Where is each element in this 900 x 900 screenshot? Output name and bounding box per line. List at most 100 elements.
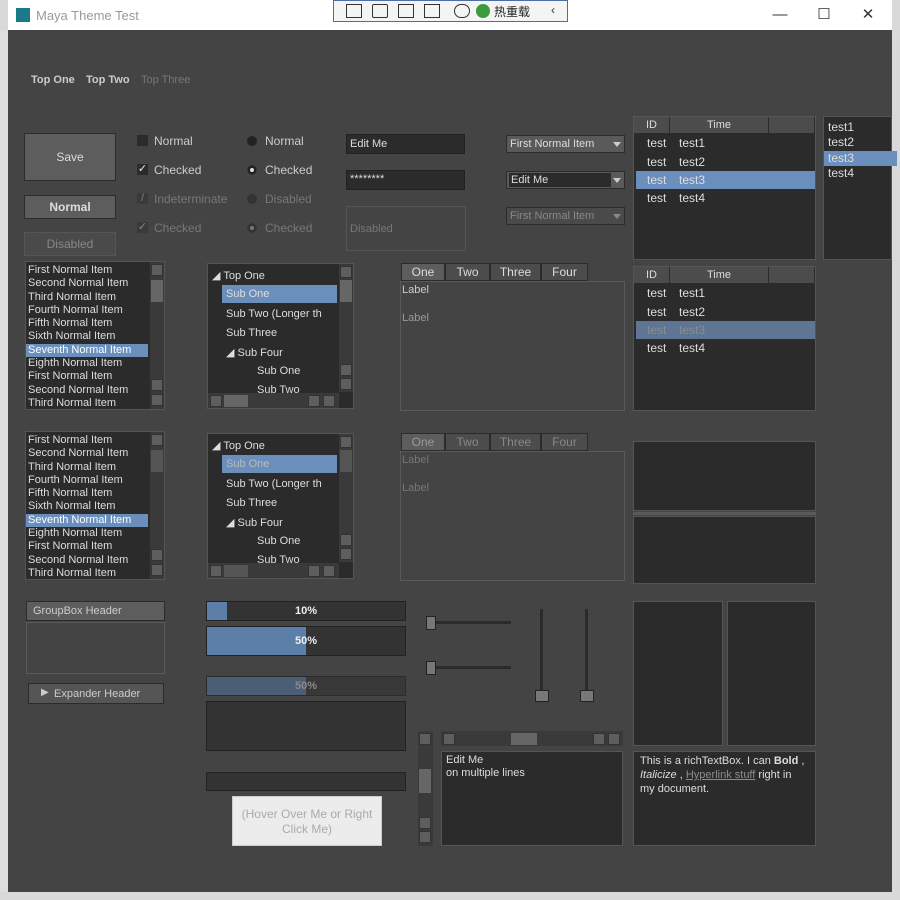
minimize-button[interactable]: — — [770, 5, 790, 25]
layout-adorner-icon[interactable] — [398, 4, 414, 18]
expand-triangle-icon[interactable]: ◢ — [226, 347, 234, 359]
list-item[interactable]: test1 — [824, 120, 897, 135]
slider-thumb[interactable] — [426, 661, 436, 675]
tree-view[interactable]: ◢ Top One Sub One Sub Two (Longer th Sub… — [207, 263, 354, 409]
vertical-scrollbar[interactable] — [339, 264, 353, 392]
list-item-selected[interactable]: test3 — [824, 151, 897, 166]
hot-reload-label[interactable]: 热重载 — [494, 3, 530, 20]
track-focus-icon[interactable] — [424, 4, 440, 18]
scroll-up-icon[interactable] — [340, 266, 352, 278]
scroll-left-icon[interactable] — [210, 395, 222, 407]
tree-node-selected[interactable]: Sub One — [222, 285, 337, 303]
horizontal-scrollbar[interactable] — [208, 393, 339, 408]
list-item[interactable]: test2 — [824, 135, 897, 150]
checkbox-normal[interactable] — [137, 135, 148, 146]
hover-button[interactable]: (Hover Over Me or Right Click Me) — [232, 796, 382, 846]
nav-top-three[interactable]: Top Three — [141, 74, 190, 86]
password-input[interactable]: ******** — [346, 170, 465, 190]
table-row-selected[interactable]: test test3 — [636, 171, 815, 189]
list-item[interactable]: Second Normal Item — [26, 384, 148, 397]
table-row[interactable]: test test1 — [634, 134, 815, 152]
edit-me-input[interactable]: Edit Me — [346, 134, 465, 154]
list-item-selected[interactable]: Seventh Normal Item — [26, 343, 148, 358]
list-item[interactable]: Sixth Normal Item — [26, 330, 148, 343]
pointer-icon[interactable] — [372, 4, 388, 18]
scroll-left-icon[interactable] — [308, 395, 320, 407]
scroll-down-icon[interactable] — [340, 378, 352, 390]
expander[interactable]: ▶ Expander Header — [28, 683, 164, 704]
listbox[interactable]: First Normal Item Second Normal Item Thi… — [25, 261, 165, 410]
combo-editable[interactable]: Edit Me — [506, 171, 625, 189]
standalone-horizontal-scrollbar[interactable] — [441, 731, 623, 746]
scroll-thumb[interactable] — [511, 733, 537, 745]
slider-track[interactable] — [427, 621, 511, 624]
scroll-right-icon[interactable] — [323, 395, 335, 407]
list-item[interactable]: Second Normal Item — [26, 277, 148, 290]
vslider-track[interactable] — [585, 609, 588, 699]
standalone-vertical-scrollbar[interactable] — [418, 731, 433, 846]
scroll-down-icon[interactable] — [151, 394, 163, 406]
slider-thumb[interactable] — [426, 616, 436, 630]
collapse-chevron-icon[interactable]: ‹ — [551, 3, 555, 17]
scroll-thumb[interactable] — [151, 280, 163, 302]
tab-three[interactable]: Three — [490, 263, 541, 281]
display-icon[interactable] — [454, 4, 470, 18]
scroll-thumb[interactable] — [340, 280, 352, 302]
simple-list[interactable]: test1 test2 test3 test4 — [823, 116, 897, 260]
scroll-thumb[interactable] — [419, 769, 431, 793]
combo-normal[interactable]: First Normal Item — [506, 135, 625, 153]
list-item[interactable]: Fourth Normal Item — [26, 304, 148, 317]
radio-normal[interactable] — [247, 136, 257, 146]
tree-node[interactable]: Sub Two (Longer th — [226, 308, 322, 320]
tab-one[interactable]: One — [401, 263, 445, 281]
scroll-left-icon[interactable] — [443, 733, 455, 745]
list-item[interactable]: Third Normal Item — [26, 397, 148, 409]
nav-top-one[interactable]: Top One — [31, 74, 75, 86]
maximize-button[interactable]: ☐ — [814, 5, 834, 25]
list-item[interactable]: test4 — [824, 166, 897, 181]
scroll-up-icon[interactable] — [419, 817, 431, 829]
tree-node[interactable]: ◢ Top One — [212, 269, 265, 282]
tree-node[interactable]: Sub Three — [226, 327, 277, 339]
scroll-right-icon[interactable] — [608, 733, 620, 745]
grid-header-id[interactable]: ID — [634, 117, 670, 133]
list-item[interactable]: First Normal Item — [26, 370, 148, 383]
list-item[interactable]: First Normal Item — [26, 264, 148, 277]
radio-checked[interactable] — [247, 165, 257, 175]
data-grid[interactable]: ID Time test test1 test test2 test test3… — [633, 116, 816, 260]
slider-track[interactable] — [427, 666, 511, 669]
close-button[interactable]: ✕ — [858, 5, 878, 25]
multiline-textbox[interactable]: Edit Me on multiple lines — [441, 751, 623, 846]
tab-four[interactable]: Four — [541, 263, 588, 281]
vslider-thumb[interactable] — [580, 690, 594, 702]
scroll-up-icon[interactable] — [419, 733, 431, 745]
table-row[interactable]: test test4 — [634, 189, 815, 207]
grid-header-time[interactable]: Time — [670, 117, 769, 133]
nav-top-two[interactable]: Top Two — [86, 74, 130, 86]
scroll-up-icon[interactable] — [151, 379, 163, 391]
checkbox-checked[interactable]: ✓ — [137, 164, 148, 175]
rich-hyperlink[interactable]: Hyperlink stuff — [686, 769, 756, 781]
scroll-up-icon[interactable] — [151, 264, 163, 276]
normal-button[interactable]: Normal — [24, 195, 116, 219]
combo-editable-input[interactable]: Edit Me — [509, 173, 611, 187]
save-button[interactable]: Save — [24, 133, 116, 181]
select-element-icon[interactable] — [346, 4, 362, 18]
grid-splitter[interactable] — [633, 512, 816, 515]
expand-triangle-icon[interactable]: ◢ — [212, 270, 220, 282]
vertical-scrollbar[interactable] — [150, 262, 164, 409]
scroll-down-icon[interactable] — [419, 831, 431, 843]
list-item[interactable]: Fifth Normal Item — [26, 317, 148, 330]
scroll-up-icon[interactable] — [340, 364, 352, 376]
scroll-thumb[interactable] — [224, 395, 248, 407]
vslider-track[interactable] — [540, 609, 543, 699]
list-item[interactable]: Eighth Normal Item — [26, 357, 148, 370]
tree-node[interactable]: Sub One — [257, 365, 300, 377]
tab-two[interactable]: Two — [445, 263, 490, 281]
rich-text-box[interactable]: This is a richTextBox. I can Bold , Ital… — [633, 751, 816, 846]
scroll-left-icon[interactable] — [593, 733, 605, 745]
list-item[interactable]: Third Normal Item — [26, 291, 148, 304]
tree-node[interactable]: ◢ Sub Four — [226, 346, 283, 359]
table-row[interactable]: test test2 — [634, 153, 815, 171]
vslider-thumb[interactable] — [535, 690, 549, 702]
